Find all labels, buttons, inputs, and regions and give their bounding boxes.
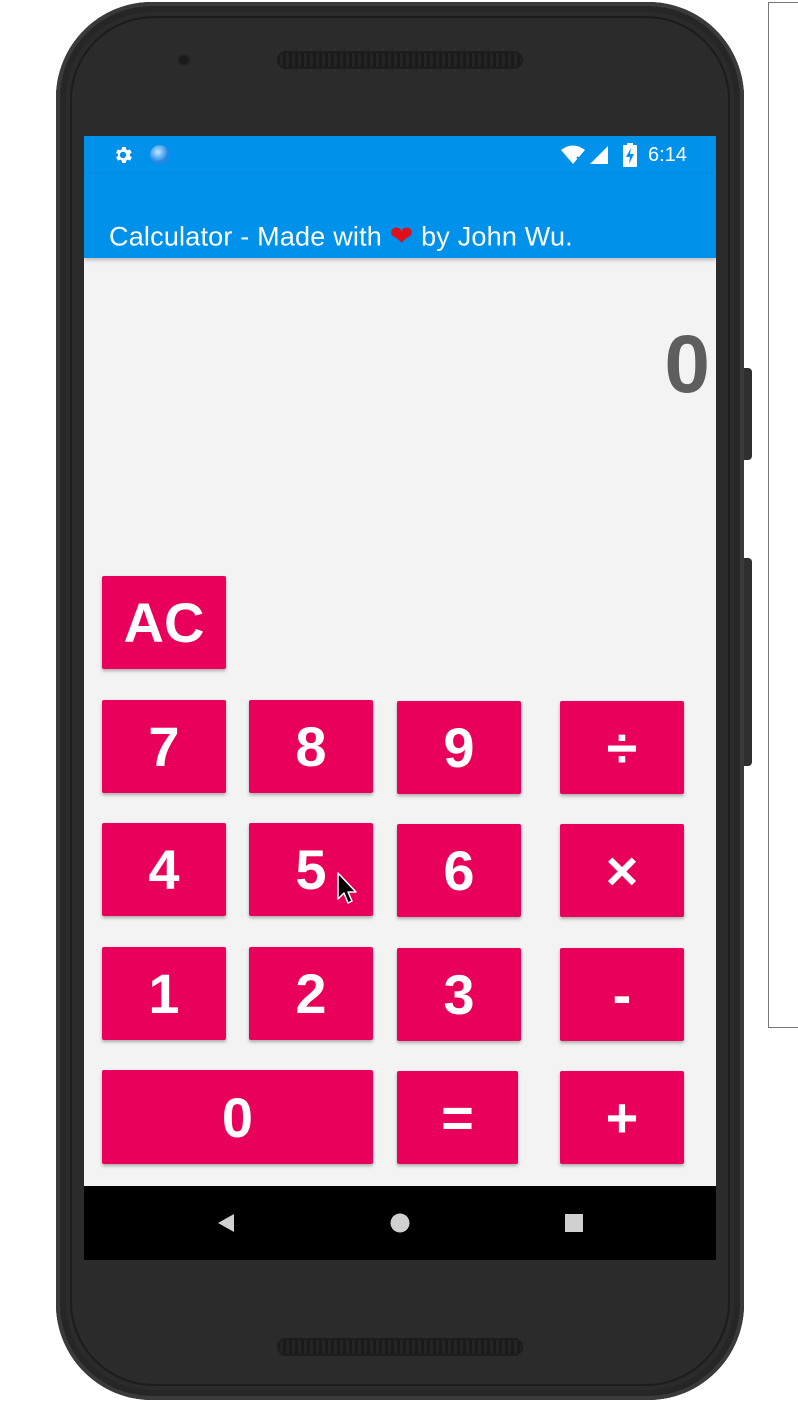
app-title-suffix: by John Wu. [421, 221, 573, 252]
equals-button[interactable]: = [397, 1071, 518, 1164]
digit-7-button[interactable]: 7 [102, 700, 226, 793]
volume-button [744, 558, 752, 766]
add-button[interactable]: + [560, 1071, 684, 1164]
nav-bar [84, 1186, 716, 1260]
digit-8-button[interactable]: 8 [249, 700, 373, 793]
app-title-prefix: Calculator - Made with [109, 221, 383, 252]
battery-charging-icon [623, 143, 637, 167]
signal-icon [590, 146, 608, 164]
status-bar: 6:14 [84, 136, 716, 174]
divide-button[interactable]: ÷ [560, 701, 684, 794]
recents-icon[interactable] [564, 1213, 584, 1233]
digit-6-button[interactable]: 6 [397, 824, 521, 917]
phone-screen: 6:14 Calculator - Made with ❤ by John Wu… [84, 136, 716, 1260]
digit-1-button[interactable]: 1 [102, 947, 226, 1040]
front-camera [178, 54, 190, 66]
app-title: Calculator - Made with ❤ by John Wu. [109, 220, 573, 253]
digit-2-button[interactable]: 2 [249, 947, 373, 1040]
calculator-display: 0 [664, 319, 710, 410]
clear-button[interactable]: AC [102, 576, 226, 669]
mouse-cursor-icon [337, 872, 357, 904]
home-icon[interactable] [389, 1212, 411, 1234]
subtract-button[interactable]: - [560, 948, 684, 1041]
gear-icon [116, 147, 132, 163]
digit-3-button[interactable]: 3 [397, 948, 521, 1041]
heart-icon: ❤ [389, 220, 414, 252]
power-button [744, 368, 752, 460]
digit-9-button[interactable]: 9 [397, 701, 521, 794]
background-window [768, 2, 798, 1028]
sync-dot-icon [150, 145, 170, 165]
bottom-speaker [277, 1338, 523, 1356]
app-bar: Calculator - Made with ❤ by John Wu. [84, 174, 716, 258]
digit-4-button[interactable]: 4 [102, 823, 226, 916]
top-speaker [277, 51, 523, 69]
back-icon[interactable] [214, 1212, 236, 1234]
wifi-icon [561, 145, 585, 164]
status-time: 6:14 [648, 144, 687, 166]
multiply-button[interactable]: × [560, 824, 684, 917]
digit-0-button[interactable]: 0 [102, 1070, 373, 1164]
